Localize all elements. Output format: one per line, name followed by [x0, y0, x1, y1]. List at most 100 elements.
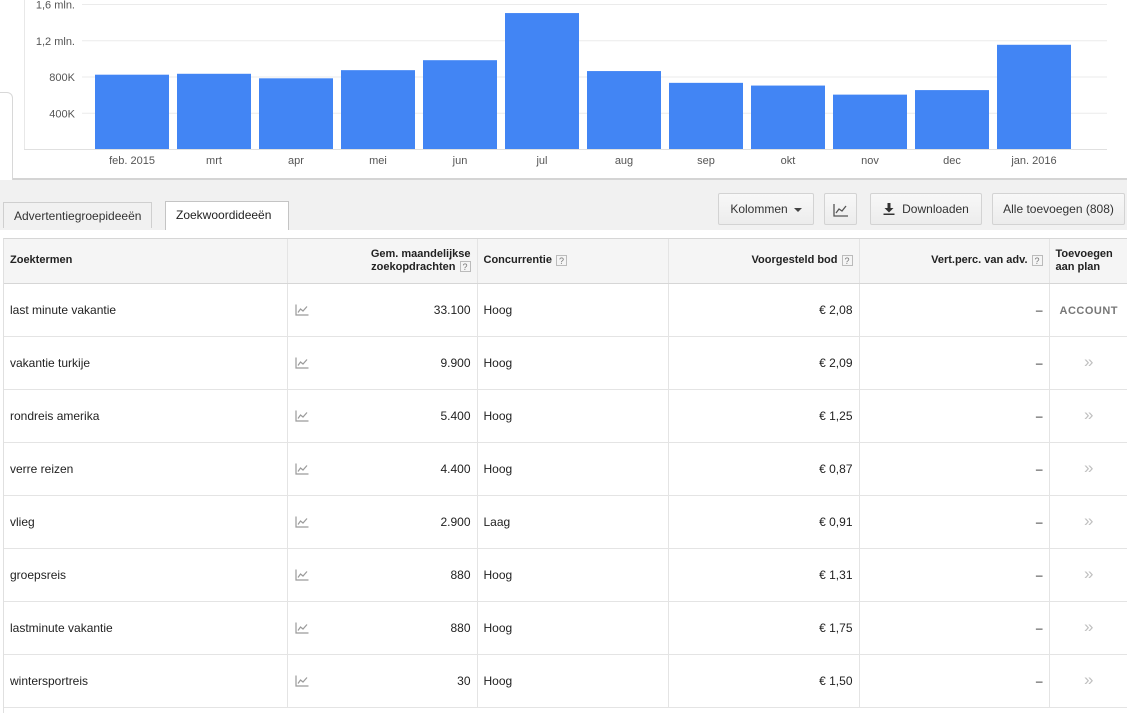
table-row: wintersportreis 30 Hoog € 1,50– » [4, 654, 1127, 708]
columns-button[interactable]: Kolommen [718, 193, 814, 225]
add-to-plan-button[interactable]: » [1049, 654, 1127, 708]
col-header-add-line1: Toevoegen [1055, 247, 1113, 260]
competition-cell: Hoog [477, 442, 669, 496]
table-header-row: Zoektermen Gem. maandelijkse zoekopdrach… [4, 239, 1127, 284]
table-row: last minute vakantie 33.100 Hoog € 2,08– ACC… [4, 283, 1127, 337]
avg-searches-cell: 880 [317, 601, 478, 655]
chart-bar[interactable] [341, 70, 415, 149]
download-button[interactable]: Downloaden [870, 193, 982, 225]
impression-share-cell: – [859, 336, 1050, 390]
chart-bar[interactable] [259, 78, 333, 149]
add-to-plan-button[interactable]: » [1049, 442, 1127, 496]
tab-keyword-ideas[interactable]: Zoekwoordideeën [165, 201, 289, 230]
trend-chart-button[interactable] [287, 442, 317, 496]
y-tick-label: 800K [49, 72, 75, 84]
help-icon[interactable]: ? [555, 254, 567, 266]
col-header-trend [287, 239, 317, 284]
chart-bar[interactable] [587, 71, 661, 149]
add-all-button[interactable]: Alle toevoegen (808) [992, 193, 1125, 225]
trend-chart-button[interactable] [287, 601, 317, 655]
competition-cell: Hoog [477, 654, 669, 708]
search-term-cell: vakantie turkije [4, 336, 288, 390]
avg-searches-cell: 33.100 [317, 283, 478, 337]
double-chevron-right-icon: » [1084, 616, 1094, 636]
add-to-plan-button[interactable]: » [1049, 336, 1127, 390]
table-row: lastminute vakantie 880 Hoog € 1,75– » [4, 601, 1127, 655]
avg-searches-cell: 2.900 [317, 495, 478, 549]
table-row: rondreis amerika 5.400 Hoog € 1,25– » [4, 389, 1127, 443]
col-header-avg-monthly-searches[interactable]: Gem. maandelijkse zoekopdrachten? [317, 239, 478, 284]
table-row: groepsreis 880 Hoog € 1,31– » [4, 548, 1127, 602]
add-to-plan-button[interactable]: » [1049, 601, 1127, 655]
trend-chart-button[interactable] [287, 283, 317, 337]
y-tick-label: 1,2 mln. [36, 36, 75, 48]
search-term-cell: groepsreis [4, 548, 288, 602]
col-header-avg-line2: zoekopdrachten [371, 260, 456, 273]
add-to-plan-button[interactable]: » [1049, 495, 1127, 549]
caret-down-icon [793, 207, 802, 212]
x-tick-label: aug [615, 155, 633, 167]
avg-searches-cell: 5.400 [317, 389, 478, 443]
col-header-add-to-plan: Toevoegen aan plan [1049, 239, 1127, 284]
x-tick-label: jan. 2016 [1010, 155, 1056, 167]
chart-bar[interactable] [915, 90, 989, 149]
x-tick-label: jun [452, 155, 468, 167]
table-row: vlieg 2.900 Laag € 0,91– » [4, 495, 1127, 549]
help-icon[interactable]: ? [459, 261, 471, 273]
columns-button-label: Kolommen [730, 202, 788, 216]
trend-chart-button[interactable] [287, 654, 317, 708]
keyword-ideas-table: Zoektermen Gem. maandelijkse zoekopdrach… [3, 238, 1127, 713]
double-chevron-right-icon: » [1084, 404, 1094, 424]
suggested-bid-cell: € 1,31 [668, 548, 860, 602]
col-header-share-label: Vert.perc. van adv. [931, 254, 1028, 267]
competition-cell: Hoog [477, 601, 669, 655]
x-tick-label: mrt [206, 155, 222, 167]
search-volume-chart: 400K 800K 1,2 mln. 1,6 mln. feb. 2015 mrt apr m… [0, 0, 1127, 198]
avg-searches-cell: 4.400 [317, 442, 478, 496]
search-term-cell: vlieg [4, 495, 288, 549]
chart-bar[interactable] [669, 82, 743, 149]
col-header-competition-label: Concurrentie [483, 254, 552, 267]
competition-cell: Hoog [477, 389, 669, 443]
suggested-bid-cell: € 1,50 [668, 654, 860, 708]
chart-bar[interactable] [833, 94, 907, 149]
col-header-suggested-bid[interactable]: Voorgesteld bod? [668, 239, 860, 284]
line-chart-icon [832, 203, 848, 217]
trend-chart-button[interactable] [287, 336, 317, 390]
chart-bar[interactable] [177, 73, 251, 149]
help-icon[interactable]: ? [841, 254, 853, 266]
competition-cell: Hoog [477, 336, 669, 390]
col-header-competition[interactable]: Concurrentie? [477, 239, 669, 284]
impression-share-cell: – [859, 495, 1050, 549]
suggested-bid-cell: € 2,09 [668, 336, 860, 390]
chart-bar[interactable] [751, 85, 825, 149]
chart-toggle-button[interactable] [824, 193, 857, 225]
chart-bar[interactable] [505, 13, 579, 149]
double-chevron-right-icon: » [1084, 457, 1094, 477]
col-header-search-terms[interactable]: Zoektermen [4, 239, 288, 284]
chart-bar[interactable] [95, 74, 169, 149]
tab-ad-group-ideas[interactable]: Advertentiegroepideeën [3, 202, 153, 228]
table-body: last minute vakantie 33.100 Hoog € 2,08– ACC… [4, 283, 1127, 708]
chart-bar[interactable] [423, 60, 497, 149]
trend-chart-button[interactable] [287, 495, 317, 549]
x-tick-label: okt [781, 155, 796, 167]
x-tick-label: dec [943, 155, 961, 167]
add-to-plan-button[interactable]: » [1049, 548, 1127, 602]
competition-cell: Hoog [477, 283, 669, 337]
trend-chart-button[interactable] [287, 389, 317, 443]
impression-share-cell: – [859, 654, 1050, 708]
y-tick-label: 1,6 mln. [36, 0, 75, 12]
bar-chart-svg: 400K 800K 1,2 mln. 1,6 mln. feb. 2015 mrt apr m… [24, 0, 1107, 167]
double-chevron-right-icon: » [1084, 563, 1094, 583]
help-icon[interactable]: ? [1031, 254, 1043, 266]
col-header-ad-impression-share[interactable]: Vert.perc. van adv.? [859, 239, 1050, 284]
y-tick-label: 400K [49, 108, 75, 120]
double-chevron-right-icon: » [1084, 669, 1094, 689]
competition-cell: Laag [477, 495, 669, 549]
trend-chart-button[interactable] [287, 548, 317, 602]
x-tick-label: sep [697, 155, 715, 167]
add-to-plan-button[interactable]: » [1049, 389, 1127, 443]
chart-bar[interactable] [997, 44, 1071, 149]
x-tick-label: feb. 2015 [109, 155, 155, 167]
